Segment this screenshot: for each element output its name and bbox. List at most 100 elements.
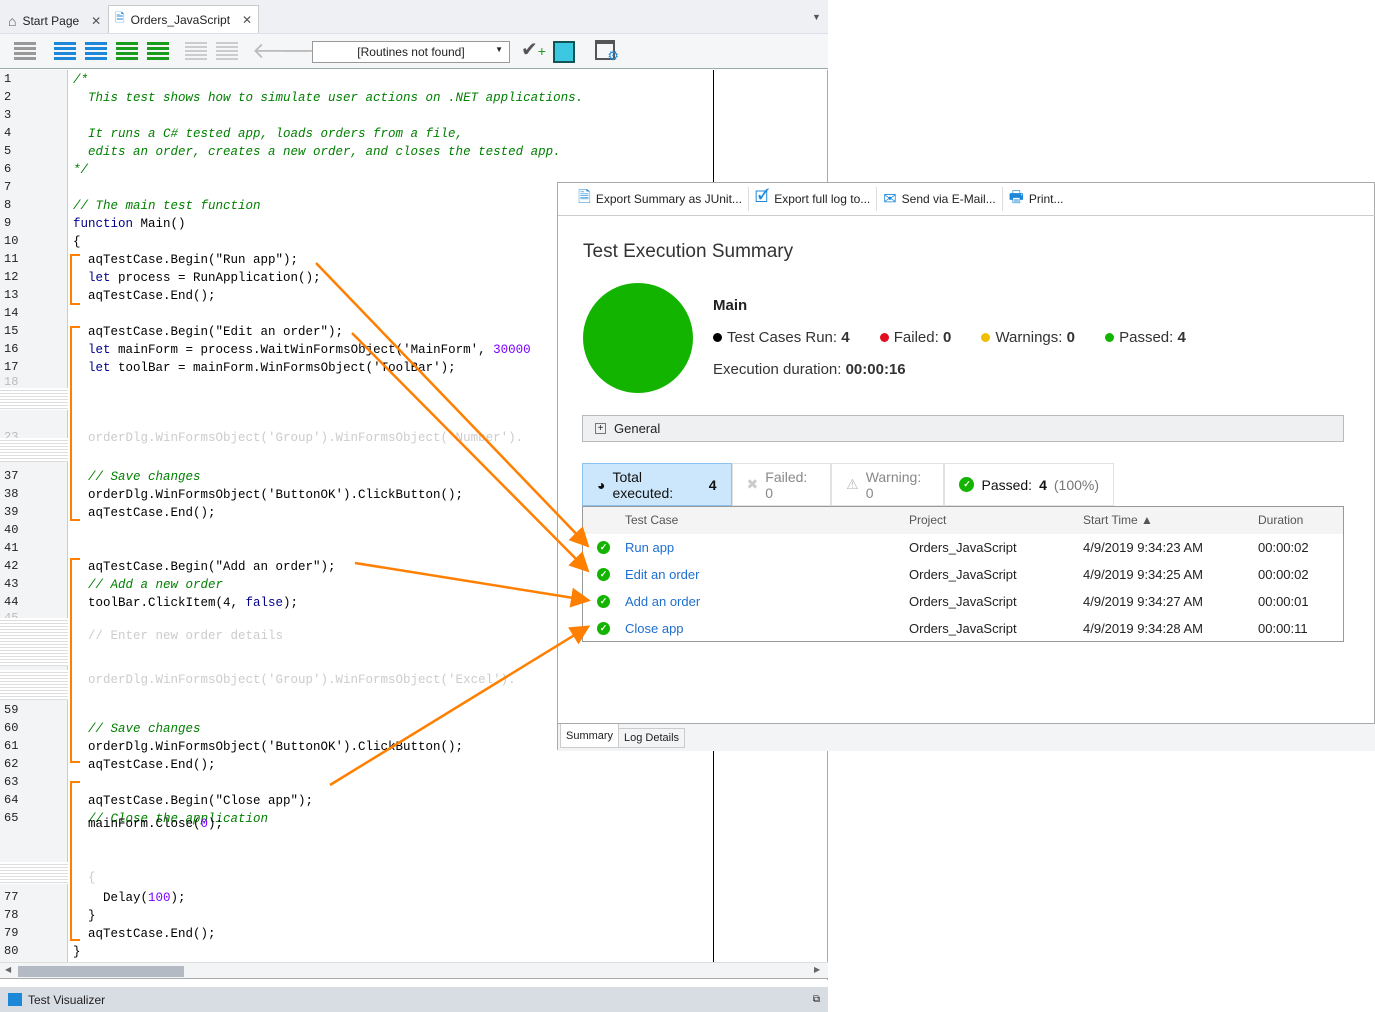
filter-failed[interactable]: ✖ Failed: 0 <box>731 463 832 506</box>
indent-icon[interactable] <box>85 42 107 62</box>
tab-summary[interactable]: Summary <box>560 724 620 748</box>
restore-icon[interactable]: ⧉ <box>813 994 820 1005</box>
code-line[interactable]: orderDlg.WinFormsObject('Group').WinForm… <box>73 673 516 687</box>
code-line[interactable]: aqTestCase.Begin("Close app"); <box>73 794 313 808</box>
code-line[interactable]: // Enter new order details <box>73 629 283 643</box>
code-line[interactable]: orderDlg.WinFormsObject('ButtonOK').Clic… <box>73 740 463 754</box>
export-check-icon: 🗹 <box>754 188 770 206</box>
collapsed-region-marker[interactable] <box>0 388 68 410</box>
test-case-link[interactable]: Run app <box>625 540 674 555</box>
code-token: aqTestCase.Begin("Edit an order"); <box>73 325 344 339</box>
collapsed-region-marker[interactable] <box>0 670 68 700</box>
test-visualizer-bar[interactable]: Test Visualizer ⧉ <box>0 987 828 1012</box>
export-log-button[interactable]: 🗹 Export full log to... <box>749 187 878 211</box>
test-summary-panel: 🗎 Export Summary as JUnit... 🗹 Export full… <box>557 182 1375 751</box>
tab-start-page[interactable]: ⌂ Start Page ✕ <box>2 8 107 33</box>
test-case-link[interactable]: Add an order <box>625 594 700 609</box>
code-line[interactable]: } <box>73 945 81 959</box>
tab-orders-javascript[interactable]: 🗎 Orders_JavaScript ✕ <box>108 5 260 33</box>
code-line[interactable]: orderDlg.WinFormsObject('Group').WinForm… <box>73 431 523 445</box>
filter-passed[interactable]: ✓ Passed: 4 (100%) <box>944 463 1115 506</box>
line-number: 62 <box>4 757 19 771</box>
code-line[interactable]: // The main test function <box>73 199 261 213</box>
code-token: 100 <box>148 891 171 905</box>
code-line[interactable]: let toolBar = mainForm.WinFormsObject('T… <box>73 361 456 375</box>
table-row[interactable]: ✓ Run app Orders_JavaScript 4/9/2019 9:34:2… <box>583 534 1343 561</box>
line-number: 1 <box>4 72 12 86</box>
hide-icon[interactable] <box>185 42 207 62</box>
code-line[interactable]: orderDlg.WinFormsObject('ButtonOK').Clic… <box>73 488 463 502</box>
scrollbar-thumb[interactable] <box>18 966 184 977</box>
send-email-button[interactable]: ✉ Send via E-Mail... <box>877 187 1003 211</box>
code-line[interactable]: aqTestCase.Begin("Add an order"); <box>73 560 336 574</box>
test-case-bracket <box>70 558 80 763</box>
general-section[interactable]: + General <box>582 415 1344 442</box>
tab-list-dropdown-icon[interactable]: ▼ <box>812 12 821 22</box>
code-line[interactable]: aqTestCase.End(); <box>73 927 216 941</box>
close-icon[interactable]: ✕ <box>91 14 101 28</box>
line-number: 80 <box>4 944 19 958</box>
horizontal-scrollbar[interactable]: ◀ ▶ <box>0 962 828 979</box>
line-number: 12 <box>4 270 19 284</box>
test-case-link[interactable]: Close app <box>625 621 684 636</box>
line-number: 15 <box>4 324 19 338</box>
show-icon[interactable] <box>216 42 238 62</box>
code-line[interactable]: aqTestCase.End(); <box>73 506 216 520</box>
settings-window-icon[interactable]: ⚙ <box>595 40 619 63</box>
outdent-icon[interactable] <box>54 42 76 62</box>
collapsed-region-marker[interactable] <box>0 618 68 666</box>
document-tabs: ⌂ Start Page ✕ 🗎 Orders_JavaScript ✕ ▼ <box>0 0 828 33</box>
run-routine-icon[interactable] <box>14 42 36 62</box>
code-line[interactable]: // Save changes <box>73 470 201 484</box>
print-button[interactable]: 🖶 Print... <box>1003 187 1070 211</box>
collapsed-region-marker[interactable] <box>0 862 68 884</box>
code-line[interactable]: toolBar.ClickItem(4, false); <box>73 596 298 610</box>
code-line[interactable]: edits an order, creates a new order, and… <box>73 145 561 159</box>
code-line[interactable]: /* <box>73 73 88 87</box>
table-cell: 00:00:02 <box>1258 567 1309 582</box>
code-line[interactable]: This test shows how to simulate user act… <box>73 91 583 105</box>
add-checkpoint-icon[interactable]: ✔+ <box>521 37 546 62</box>
code-line[interactable]: aqTestCase.End(); <box>73 758 216 772</box>
code-token: aqTestCase.Begin( <box>73 253 216 267</box>
tab-log-details[interactable]: Log Details <box>618 728 686 748</box>
code-line[interactable]: aqTestCase.End(); <box>73 289 216 303</box>
collapsed-region-marker[interactable] <box>0 438 68 462</box>
code-line[interactable]: { <box>73 235 81 249</box>
code-token: aqTestCase.End(); <box>73 289 216 303</box>
code-token: { <box>73 235 81 249</box>
uncomment-icon[interactable] <box>147 42 169 62</box>
line-number: 61 <box>4 739 19 753</box>
code-line[interactable]: Delay(100); <box>73 891 186 905</box>
code-line[interactable]: // Add a new order <box>73 578 223 592</box>
filter-total[interactable]: ◕ Total executed: 4 <box>582 463 732 506</box>
code-line[interactable]: function Main() <box>73 217 186 231</box>
expand-icon[interactable]: + <box>595 423 606 434</box>
test-case-bracket <box>70 254 80 305</box>
code-token: let <box>88 361 111 375</box>
object-spy-icon[interactable] <box>553 41 575 63</box>
table-row[interactable]: ✓ Add an order Orders_JavaScript 4/9/2019 9… <box>583 588 1343 615</box>
code-line[interactable]: let process = RunApplication(); <box>73 271 321 285</box>
code-line[interactable]: mainForm.Close(0); <box>73 817 223 831</box>
export-junit-button[interactable]: 🗎 Export Summary as JUnit... <box>572 187 749 211</box>
mail-icon: ✉ <box>883 191 897 208</box>
comment-icon[interactable] <box>116 42 138 62</box>
table-row[interactable]: ✓ Close app Orders_JavaScript 4/9/2019 9:34… <box>583 615 1343 642</box>
routines-dropdown[interactable]: [Routines not found] ▼ <box>312 41 510 63</box>
line-number: 60 <box>4 721 19 735</box>
table-cell: Orders_JavaScript <box>909 621 1017 636</box>
close-icon[interactable]: ✕ <box>242 13 252 27</box>
line-number: 38 <box>4 487 19 501</box>
test-case-link[interactable]: Edit an order <box>625 567 699 582</box>
code-line[interactable]: aqTestCase.Begin("Edit an order"); <box>73 325 343 339</box>
code-token: toolBar.ClickItem(4, <box>73 596 246 610</box>
code-line[interactable]: // Save changes <box>73 722 201 736</box>
filter-warning[interactable]: ⚠ Warning: 0 <box>831 463 945 506</box>
code-line[interactable]: */ <box>73 163 88 177</box>
code-line[interactable]: aqTestCase.Begin("Run app"); <box>73 253 298 267</box>
table-cell: 00:00:02 <box>1258 540 1309 555</box>
code-line[interactable]: It runs a C# tested app, loads orders fr… <box>73 127 463 141</box>
code-line[interactable]: let mainForm = process.WaitWinFormsObjec… <box>73 343 531 357</box>
table-row[interactable]: ✓ Edit an order Orders_JavaScript 4/9/2019 … <box>583 561 1343 588</box>
